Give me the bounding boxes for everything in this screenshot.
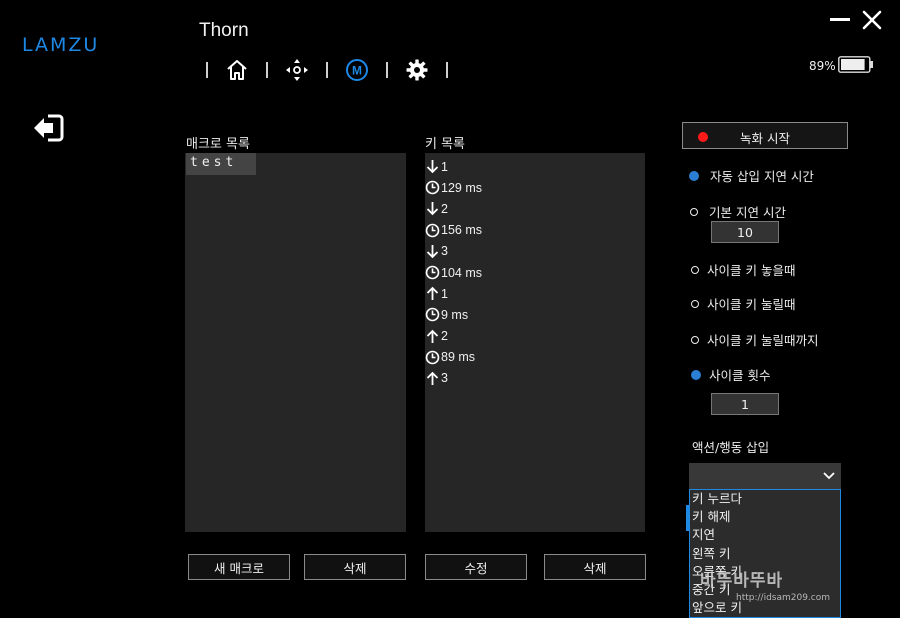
dropdown-item[interactable]: 왼쪽 키 bbox=[690, 545, 840, 563]
key-list-row-text: 2 bbox=[441, 329, 448, 344]
watermark: 바뚜바뚜바 http://idsam209.com bbox=[700, 566, 830, 603]
key-list-row[interactable]: 1 bbox=[424, 283, 644, 304]
macro-icon[interactable]: M bbox=[344, 57, 370, 83]
action-insert-select[interactable] bbox=[689, 463, 841, 489]
key-list-row-text: 1 bbox=[441, 159, 448, 174]
watermark-title: 바뚜바뚜바 bbox=[700, 571, 784, 591]
delete-key-button[interactable]: 삭제 bbox=[544, 554, 646, 580]
arrow-down-icon bbox=[424, 200, 441, 217]
nav-divider bbox=[386, 62, 388, 78]
key-list-row[interactable]: 156 ms bbox=[424, 220, 644, 241]
edit-key-button[interactable]: 수정 bbox=[425, 554, 527, 580]
record-label: 녹화 시작 bbox=[740, 131, 790, 146]
macro-list-label: 매크로 목록 bbox=[186, 137, 250, 152]
battery-percent: 89% bbox=[809, 59, 836, 73]
device-name: Thorn bbox=[199, 20, 249, 41]
battery-fill bbox=[841, 59, 865, 70]
clock-icon bbox=[424, 349, 441, 366]
key-list-row-text: 2 bbox=[441, 201, 448, 216]
dropdown-item[interactable]: 지연 bbox=[690, 526, 840, 544]
key-list-label: 키 목록 bbox=[425, 137, 466, 152]
gear-icon[interactable] bbox=[404, 57, 430, 83]
key-list-row-text: 3 bbox=[441, 244, 448, 259]
macro-icon-letter: M bbox=[352, 64, 362, 78]
cycle-count-label: 사이클 횟수 bbox=[709, 368, 771, 383]
cycle-release-label: 사이클 키 놓을때 bbox=[707, 263, 796, 278]
key-list-row-text: 156 ms bbox=[441, 223, 482, 238]
key-list-row[interactable]: 1 bbox=[424, 156, 644, 177]
radio-icon bbox=[691, 265, 699, 274]
nav-divider bbox=[326, 62, 328, 78]
key-list-row[interactable]: 89 ms bbox=[424, 347, 644, 368]
key-list-row-text: 89 ms bbox=[441, 350, 476, 365]
radio-icon bbox=[690, 207, 698, 216]
clock-icon bbox=[424, 264, 441, 281]
radio-icon bbox=[691, 335, 699, 344]
dropdown-item[interactable]: 키 누르다 bbox=[690, 490, 840, 508]
key-list-row-text: 104 ms bbox=[441, 265, 482, 280]
nav-divider bbox=[206, 62, 208, 78]
clock-icon bbox=[424, 306, 441, 323]
clock-icon bbox=[424, 179, 441, 196]
key-list-row[interactable]: 104 ms bbox=[424, 262, 644, 283]
dpad-icon[interactable] bbox=[284, 57, 310, 83]
record-button[interactable]: 녹화 시작 bbox=[682, 122, 848, 149]
cycle-press-label: 사이클 키 눌릴때 bbox=[707, 297, 796, 312]
main-nav: M bbox=[190, 56, 464, 84]
arrow-down-icon bbox=[424, 158, 441, 175]
key-list-row[interactable]: 2 bbox=[424, 326, 644, 347]
close-icon bbox=[862, 10, 882, 30]
key-list-row[interactable]: 129 ms bbox=[424, 177, 644, 198]
cycle-until-press-option[interactable]: 사이클 키 눌릴때까지 bbox=[691, 330, 818, 349]
delete-macro-button[interactable]: 삭제 bbox=[304, 554, 406, 580]
key-list-row[interactable]: 9 ms bbox=[424, 304, 644, 325]
arrow-up-icon bbox=[424, 370, 441, 387]
key-list-row-text: 1 bbox=[441, 286, 448, 301]
default-delay-option[interactable]: 기본 지연 시간 bbox=[690, 202, 786, 221]
key-list-row[interactable]: 2 bbox=[424, 198, 644, 219]
dropdown-scroll-indicator[interactable] bbox=[686, 505, 689, 531]
clock-icon bbox=[424, 222, 441, 239]
key-rows: 1 129 ms 2 156 ms 3 104 ms 1 9 ms 2 89 ms 3 bbox=[424, 156, 644, 389]
home-icon[interactable] bbox=[224, 57, 250, 83]
chevron-down-icon bbox=[823, 472, 835, 480]
cycle-count-option[interactable]: 사이클 횟수 bbox=[691, 365, 770, 384]
auto-delay-label: 자동 삽입 지연 시간 bbox=[710, 169, 814, 184]
battery-icon bbox=[838, 56, 873, 73]
cycle-press-option[interactable]: 사이클 키 눌릴때 bbox=[691, 294, 795, 313]
close-button[interactable] bbox=[861, 9, 883, 31]
nav-divider bbox=[446, 62, 448, 78]
cycle-until-press-label: 사이클 키 눌릴때까지 bbox=[707, 333, 819, 348]
auto-delay-option[interactable]: 자동 삽입 지연 시간 bbox=[689, 166, 814, 185]
watermark-url: http://idsam209.com bbox=[736, 593, 831, 603]
radio-selected-icon bbox=[689, 170, 699, 181]
new-macro-button[interactable]: 새 매크로 bbox=[188, 554, 290, 580]
arrow-up-icon bbox=[424, 328, 441, 345]
key-list-row-text: 129 ms bbox=[441, 180, 482, 195]
minimize-button[interactable] bbox=[830, 18, 850, 21]
arrow-up-icon bbox=[424, 285, 441, 302]
exit-icon[interactable] bbox=[32, 113, 66, 143]
nav-divider bbox=[266, 62, 268, 78]
key-list-row-text: 9 ms bbox=[441, 307, 469, 322]
key-list-row-text: 3 bbox=[441, 371, 448, 386]
cycle-release-option[interactable]: 사이클 키 놓을때 bbox=[691, 260, 795, 279]
arrow-down-icon bbox=[424, 243, 441, 260]
radio-selected-icon bbox=[691, 369, 701, 380]
default-delay-input[interactable]: 10 bbox=[711, 221, 779, 243]
lamzu-logo: LAMZU bbox=[22, 34, 100, 56]
action-insert-label: 액션/행동 삽입 bbox=[692, 440, 770, 455]
cycle-count-input[interactable]: 1 bbox=[711, 393, 779, 415]
dropdown-item[interactable]: 키 해제 bbox=[690, 508, 840, 526]
default-delay-label: 기본 지연 시간 bbox=[709, 205, 786, 220]
key-list-row[interactable]: 3 bbox=[424, 368, 644, 389]
radio-icon bbox=[691, 299, 699, 308]
key-list-row[interactable]: 3 bbox=[424, 241, 644, 262]
macro-list[interactable] bbox=[185, 153, 406, 532]
macro-list-item[interactable]: test bbox=[186, 153, 256, 175]
